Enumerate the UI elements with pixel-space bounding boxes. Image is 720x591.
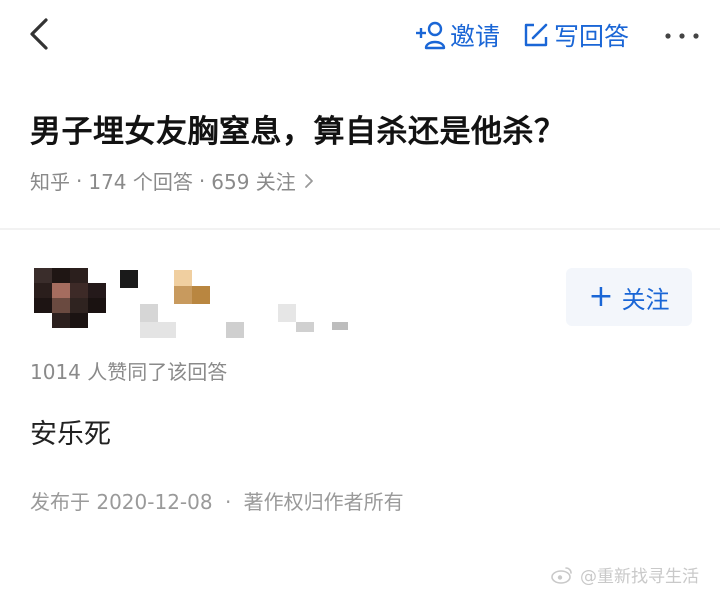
write-answer-button[interactable]: 写回答 [522,16,629,54]
meta-separator: · [224,490,232,514]
weibo-watermark: @重新找寻生活 [550,562,699,587]
question-source: 知乎 [30,170,70,194]
meta-separator: · [76,168,83,193]
top-bar: 邀请 写回答 [0,0,720,72]
invite-button[interactable]: 邀请 [414,16,500,54]
follower-count: 659 关注 [211,170,296,194]
answer-count: 174 个回答 [88,170,193,194]
meta-separator: · [198,168,206,193]
chevron-right-icon [304,173,313,188]
weibo-logo-icon [551,566,572,584]
write-answer-label: 写回答 [554,22,630,51]
follow-label: 关注 [621,285,670,314]
invite-label: 邀请 [450,22,501,51]
edit-icon [524,23,548,47]
watermark-text: @重新找寻生活 [580,567,699,587]
publish-date: 发布于 2020-12-08 [30,490,213,514]
question-meta[interactable]: 知乎 · 174 个回答 · 659 关注 [30,166,314,195]
answer-content[interactable]: 安乐死 [30,412,111,451]
back-button[interactable] [22,14,58,54]
plus-icon: + [588,279,614,314]
author-avatar[interactable] [34,268,106,328]
section-divider [0,228,720,230]
question-title[interactable]: 男子埋女友胸窒息，算自杀还是他杀？ [30,106,700,151]
copyright-notice: 著作权归作者所有 [243,490,404,514]
answer-footer: 发布于 2020-12-08 · 著作权归作者所有 [30,486,404,515]
invite-user-icon [416,21,446,50]
more-dots-icon [665,33,699,39]
likes-count: 1014 人赞同了该回答 [30,360,228,384]
chevron-left-icon [30,18,48,50]
more-button[interactable] [660,22,704,50]
follow-button[interactable]: + 关注 [566,268,692,326]
